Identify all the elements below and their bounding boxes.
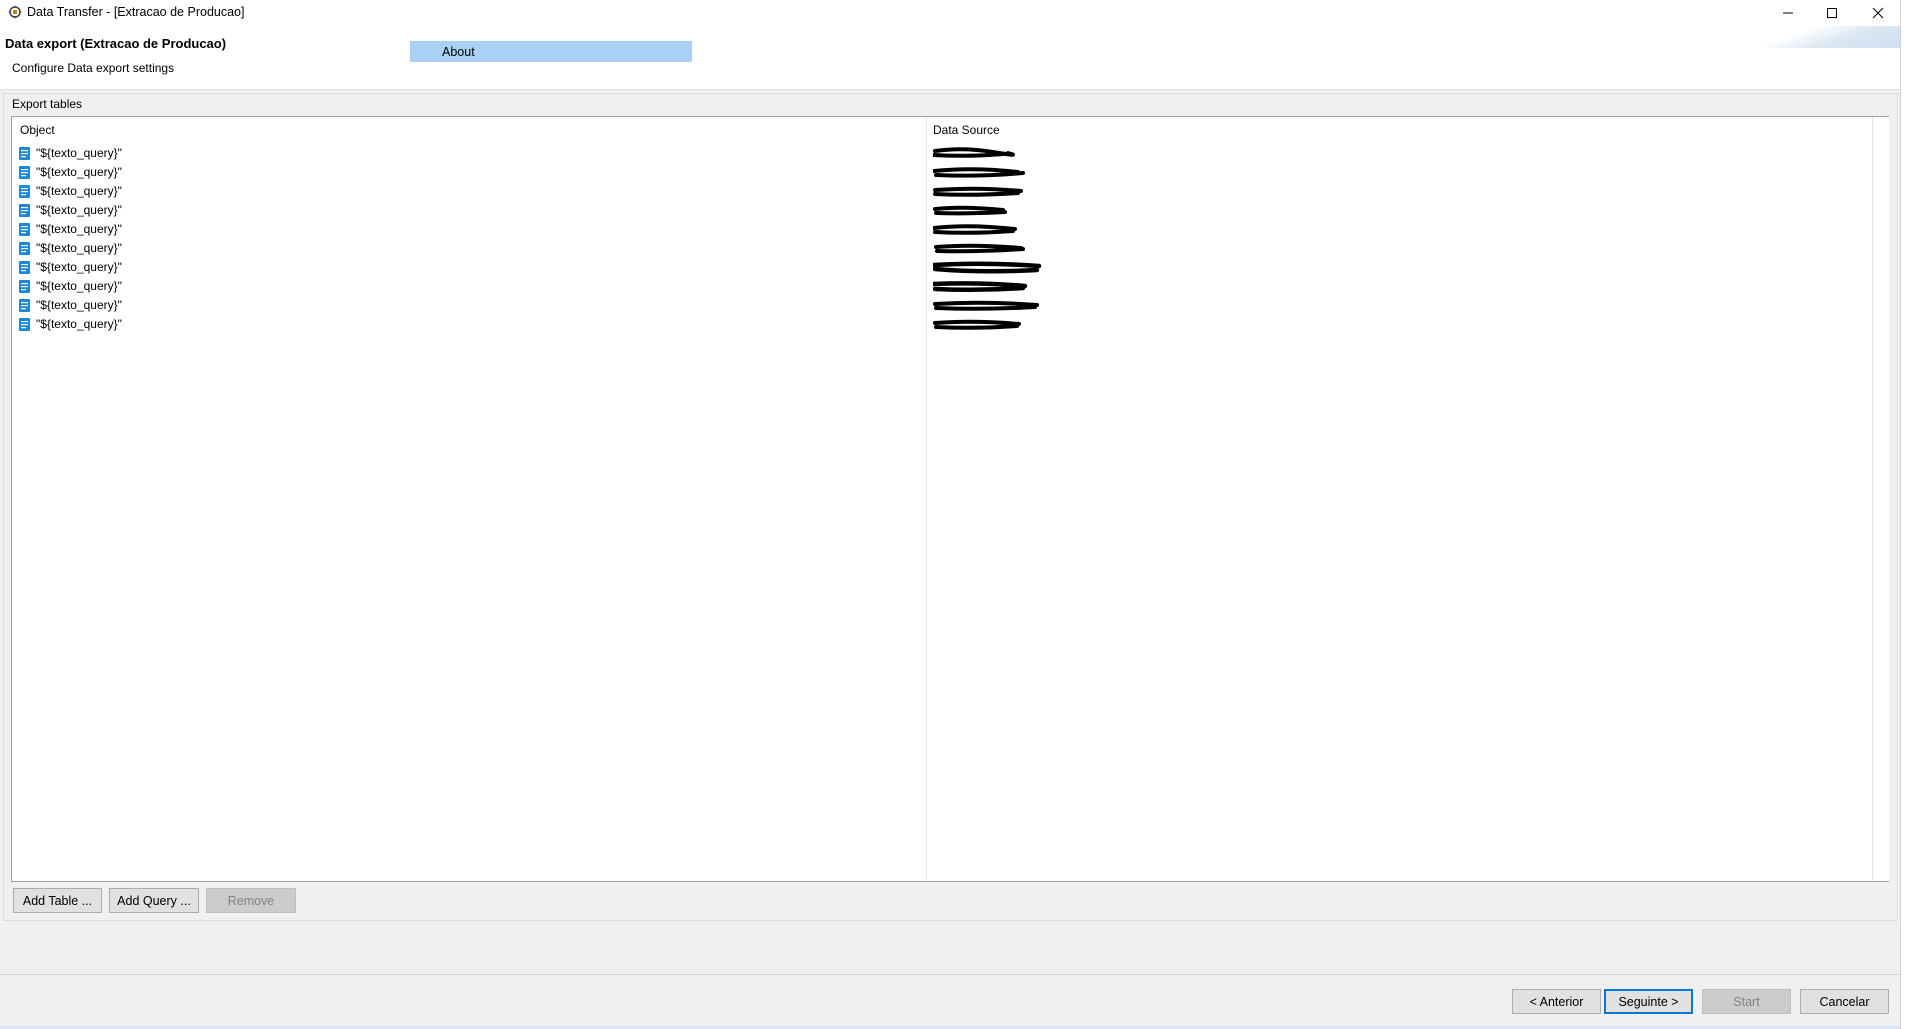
about-tab[interactable]: About: [410, 41, 692, 62]
row-object: "${texto_query}": [36, 165, 122, 179]
table-row[interactable]: "${texto_query}": [12, 296, 1872, 315]
row-object: "${texto_query}": [36, 241, 122, 255]
table-row[interactable]: "${texto_query}": [12, 315, 1872, 334]
query-document-icon: [19, 204, 30, 217]
table-row[interactable]: "${texto_query}": [12, 144, 1872, 163]
wizard-header: [0, 25, 1900, 90]
header-decoration: [1755, 26, 1900, 48]
query-document-icon: [19, 261, 30, 274]
maximize-button[interactable]: [1810, 0, 1854, 25]
redacted-data-source: [933, 300, 1039, 311]
cancel-button[interactable]: Cancelar: [1800, 989, 1889, 1014]
table-row[interactable]: "${texto_query}": [12, 220, 1872, 239]
window-edge: [1900, 0, 1909, 1029]
query-document-icon: [19, 242, 30, 255]
add-query-button[interactable]: Add Query ...: [109, 888, 199, 913]
query-document-icon: [19, 166, 30, 179]
row-object: "${texto_query}": [36, 222, 122, 236]
redacted-data-source: [933, 261, 1042, 274]
query-document-icon: [19, 318, 30, 331]
query-document-icon: [19, 299, 30, 312]
table-row[interactable]: "${texto_query}": [12, 239, 1872, 258]
maximize-icon: [1827, 7, 1837, 18]
close-button[interactable]: [1856, 0, 1900, 25]
next-button[interactable]: Seguinte >: [1604, 989, 1693, 1014]
redacted-data-source: [933, 186, 1023, 197]
query-document-icon: [19, 280, 30, 293]
row-object: "${texto_query}": [36, 298, 122, 312]
row-object: "${texto_query}": [36, 146, 122, 160]
table-row[interactable]: "${texto_query}": [12, 182, 1872, 201]
page-title: Data export (Extracao de Producao): [5, 36, 227, 51]
column-header-object[interactable]: Object: [20, 123, 55, 137]
redacted-data-source: [933, 167, 1025, 178]
table-row[interactable]: "${texto_query}": [12, 201, 1872, 220]
table-row[interactable]: "${texto_query}": [12, 163, 1872, 182]
redacted-data-source: [933, 224, 1017, 235]
query-document-icon: [19, 147, 30, 160]
column-header-data-source[interactable]: Data Source: [933, 123, 1000, 137]
row-object: "${texto_query}": [36, 279, 122, 293]
page-subtitle: Configure Data export settings: [12, 61, 175, 75]
row-object: "${texto_query}": [36, 317, 122, 331]
title-bar: Data Transfer - [Extracao de Producao]: [0, 0, 1900, 25]
add-table-button[interactable]: Add Table ...: [13, 888, 102, 913]
redacted-data-source: [933, 147, 1015, 158]
minimize-button[interactable]: [1766, 0, 1810, 25]
query-document-icon: [19, 223, 30, 236]
remove-button[interactable]: Remove: [206, 888, 296, 913]
redacted-data-source: [933, 281, 1028, 293]
vertical-scrollbar[interactable]: [1872, 117, 1889, 881]
row-object: "${texto_query}": [36, 184, 122, 198]
export-tables-label: Export tables: [12, 97, 83, 111]
start-button[interactable]: Start: [1702, 989, 1791, 1014]
query-document-icon: [19, 185, 30, 198]
table-row[interactable]: "${texto_query}": [12, 277, 1872, 296]
row-object: "${texto_query}": [36, 260, 122, 274]
data-transfer-icon: [8, 5, 22, 19]
redacted-data-source: [934, 243, 1025, 254]
row-object: "${texto_query}": [36, 203, 122, 217]
window-title: Data Transfer - [Extracao de Producao]: [27, 5, 245, 19]
close-icon: [1872, 7, 1884, 18]
about-tab-label: About: [442, 45, 475, 59]
table-row[interactable]: "${texto_query}": [12, 258, 1872, 277]
redacted-data-source: [933, 205, 1007, 216]
export-tables-table[interactable]: Object Data Source "${texto_query}" "${t…: [11, 116, 1889, 882]
back-button[interactable]: < Anterior: [1512, 989, 1601, 1014]
redacted-data-source: [933, 319, 1021, 330]
minimize-icon: [1783, 12, 1793, 13]
